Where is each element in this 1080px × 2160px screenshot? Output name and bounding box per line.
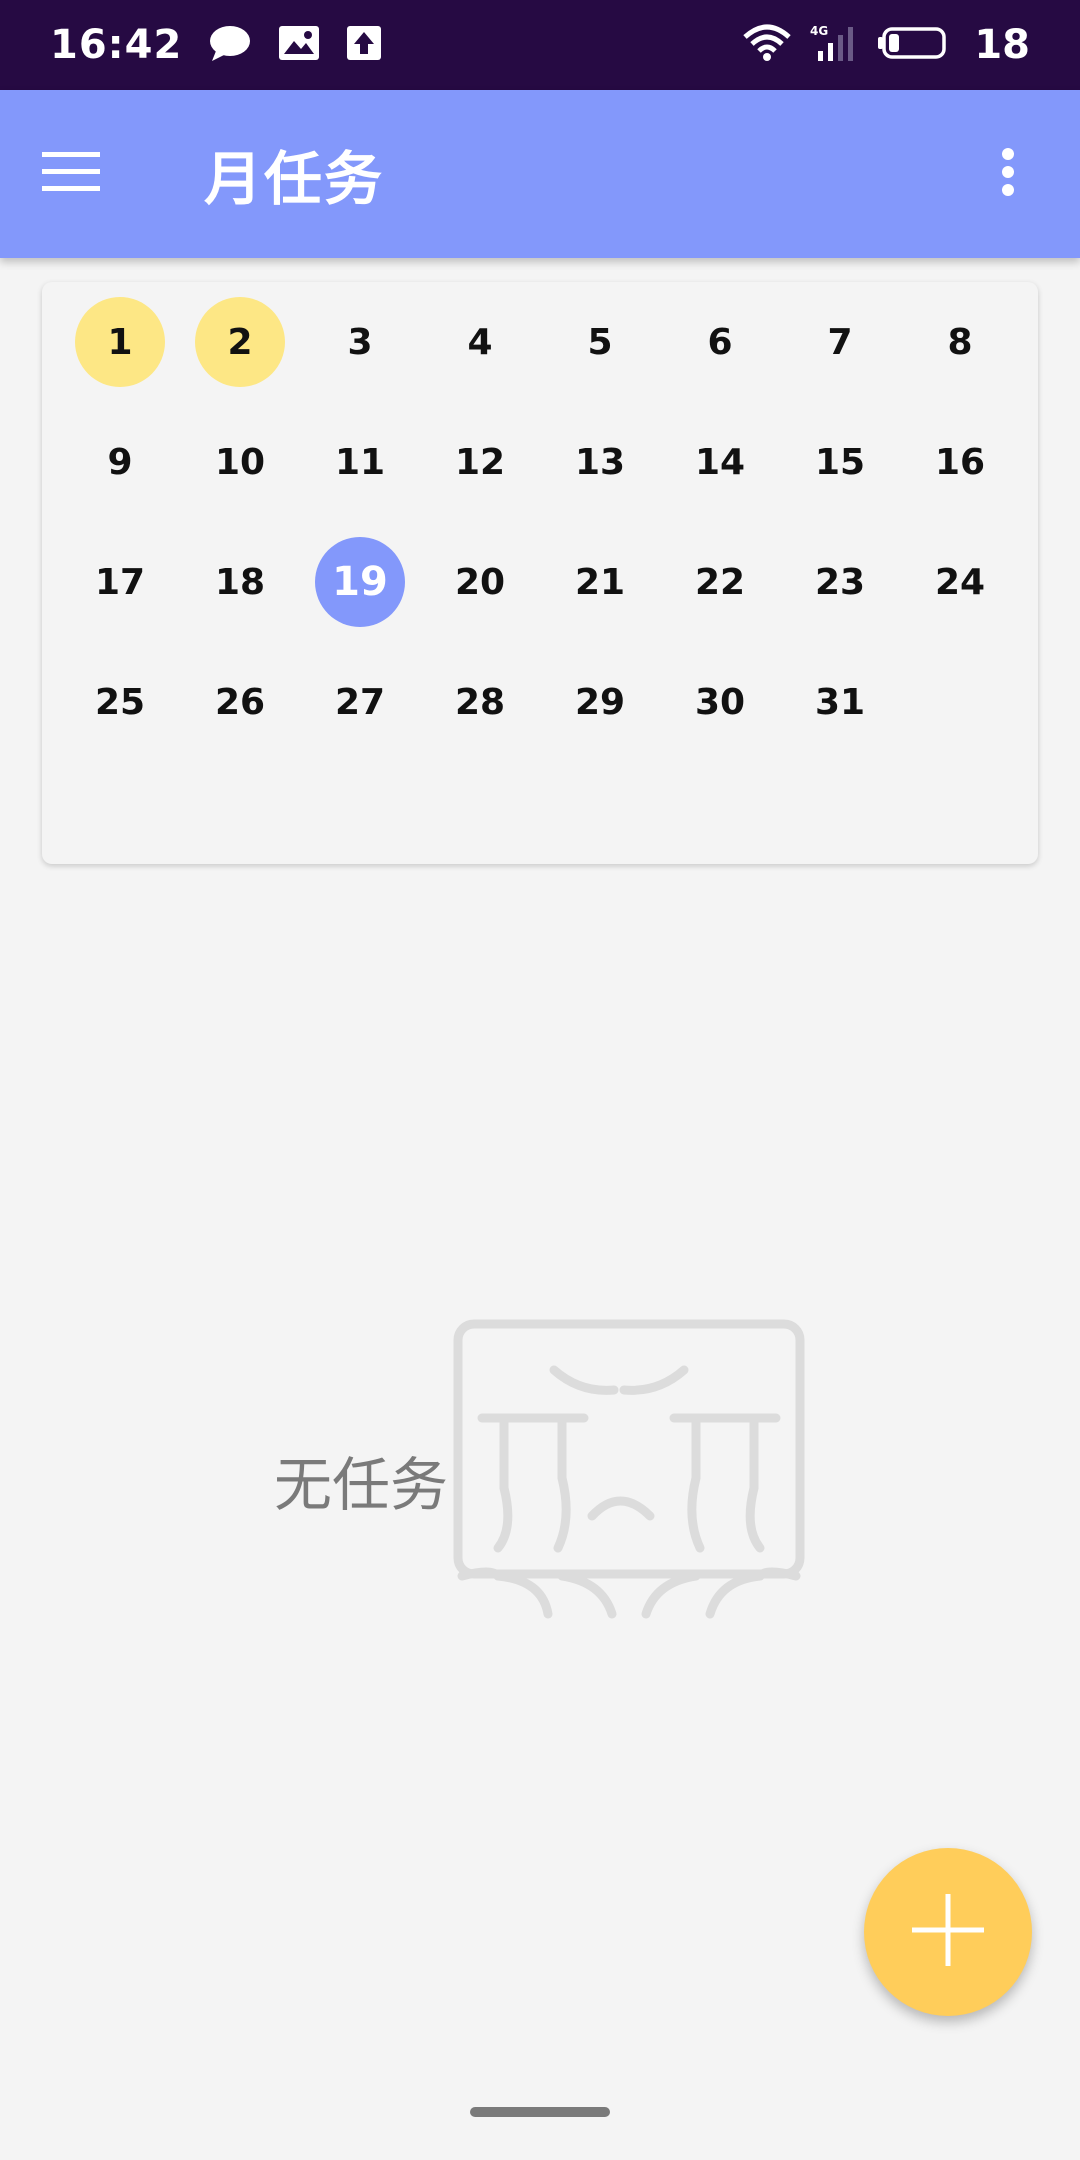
calendar-day: 4 <box>467 321 493 363</box>
system-icons: 4G 18 <box>742 22 1030 68</box>
calendar-day: 11 <box>334 441 386 483</box>
empty-state-label: 无任务 <box>274 1451 449 1519</box>
battery-level: 18 <box>974 22 1030 68</box>
app-bar: 月任务 <box>0 90 1080 258</box>
calendar-day-cell[interactable]: 31 <box>780 642 900 762</box>
calendar-day-cell[interactable]: 2 <box>180 282 300 402</box>
calendar-day: 2 <box>195 297 285 387</box>
calendar-day: 15 <box>814 441 866 483</box>
calendar-day-cell[interactable]: 24 <box>900 522 1020 642</box>
calendar-day: 1 <box>75 297 165 387</box>
calendar-day: 29 <box>574 681 626 723</box>
calendar-day-cell[interactable]: 23 <box>780 522 900 642</box>
calendar-day-cell[interactable]: 26 <box>180 642 300 762</box>
calendar-day-cell[interactable]: 10 <box>180 402 300 522</box>
calendar-day: 21 <box>574 561 626 603</box>
calendar-day-cell[interactable]: 11 <box>300 402 420 522</box>
calendar-day-cell[interactable]: 17 <box>60 522 180 642</box>
calendar-day: 3 <box>347 321 373 363</box>
calendar-day-cell[interactable]: 21 <box>540 522 660 642</box>
status-bar: 16:42 4G 18 <box>0 0 1080 90</box>
upload-icon <box>346 25 382 65</box>
more-vert-icon <box>1001 147 1015 201</box>
calendar-day: 23 <box>814 561 866 603</box>
calendar-day-cell[interactable]: 25 <box>60 642 180 762</box>
calendar-day: 20 <box>454 561 506 603</box>
add-task-button[interactable] <box>864 1848 1032 2016</box>
calendar-day-cell[interactable]: 19 <box>300 522 420 642</box>
svg-text:4G: 4G <box>810 24 828 38</box>
hamburger-menu-icon <box>42 150 100 198</box>
calendar-day-cell[interactable]: 8 <box>900 282 1020 402</box>
wifi-icon <box>742 23 792 67</box>
battery-icon <box>878 25 948 65</box>
calendar-day-cell[interactable]: 3 <box>300 282 420 402</box>
image-icon <box>278 25 320 65</box>
screen: 16:42 4G 18 月任务 1 2 3 4 5 6 7 8 9 10 11 … <box>0 0 1080 2160</box>
signal-4g-icon: 4G <box>810 23 860 67</box>
calendar-day-cell[interactable]: 6 <box>660 282 780 402</box>
calendar-day: 12 <box>454 441 506 483</box>
calendar-day-cell[interactable]: 12 <box>420 402 540 522</box>
notification-icons <box>208 23 382 67</box>
calendar-day-cell[interactable]: 27 <box>300 642 420 762</box>
calendar-day: 31 <box>814 681 866 723</box>
calendar-day: 28 <box>454 681 506 723</box>
calendar-day-cell[interactable]: 29 <box>540 642 660 762</box>
calendar-day-cell[interactable]: 9 <box>60 402 180 522</box>
calendar-day: 7 <box>827 321 853 363</box>
calendar-day: 8 <box>947 321 973 363</box>
calendar-day-cell[interactable]: 5 <box>540 282 660 402</box>
plus-icon <box>908 1890 988 1974</box>
calendar-day-today: 19 <box>315 537 405 627</box>
calendar-day-cell[interactable]: 7 <box>780 282 900 402</box>
calendar-day: 26 <box>214 681 266 723</box>
calendar-day: 24 <box>934 561 986 603</box>
calendar-day: 14 <box>694 441 746 483</box>
calendar-day-cell[interactable]: 28 <box>420 642 540 762</box>
crying-face-icon <box>452 1318 806 1628</box>
calendar-day: 10 <box>214 441 266 483</box>
calendar-day-cell[interactable]: 20 <box>420 522 540 642</box>
calendar-day: 17 <box>94 561 146 603</box>
calendar-day: 27 <box>334 681 386 723</box>
status-time: 16:42 <box>50 22 183 68</box>
calendar-day: 30 <box>694 681 746 723</box>
calendar-day-cell[interactable]: 18 <box>180 522 300 642</box>
calendar-day-cell[interactable]: 13 <box>540 402 660 522</box>
calendar-day: 22 <box>694 561 746 603</box>
calendar-day: 9 <box>107 441 133 483</box>
calendar-day: 6 <box>707 321 733 363</box>
calendar-day-cell[interactable]: 16 <box>900 402 1020 522</box>
calendar-day: 25 <box>94 681 146 723</box>
calendar-day-cell[interactable]: 4 <box>420 282 540 402</box>
calendar-day: 18 <box>214 561 266 603</box>
calendar-day: 16 <box>934 441 986 483</box>
page-title: 月任务 <box>204 145 385 213</box>
calendar-day-cell[interactable]: 14 <box>660 402 780 522</box>
calendar-day-cell[interactable]: 22 <box>660 522 780 642</box>
home-indicator[interactable] <box>470 2107 610 2117</box>
month-calendar: 1 2 3 4 5 6 7 8 9 10 11 12 13 14 15 16 17 18 19 20 21 22 23 24 2… <box>42 282 1038 864</box>
calendar-day: 5 <box>587 321 613 363</box>
more-options-button[interactable] <box>948 90 1068 258</box>
calendar-day-cell[interactable]: 15 <box>780 402 900 522</box>
calendar-grid: 1 2 3 4 5 6 7 8 9 10 11 12 13 14 15 16 17 18 19 20 21 22 23 24 2… <box>42 282 1038 762</box>
calendar-day-cell[interactable]: 30 <box>660 642 780 762</box>
calendar-day-cell[interactable]: 1 <box>60 282 180 402</box>
chat-bubble-icon <box>208 23 252 67</box>
calendar-day: 13 <box>574 441 626 483</box>
menu-button[interactable] <box>0 90 156 258</box>
